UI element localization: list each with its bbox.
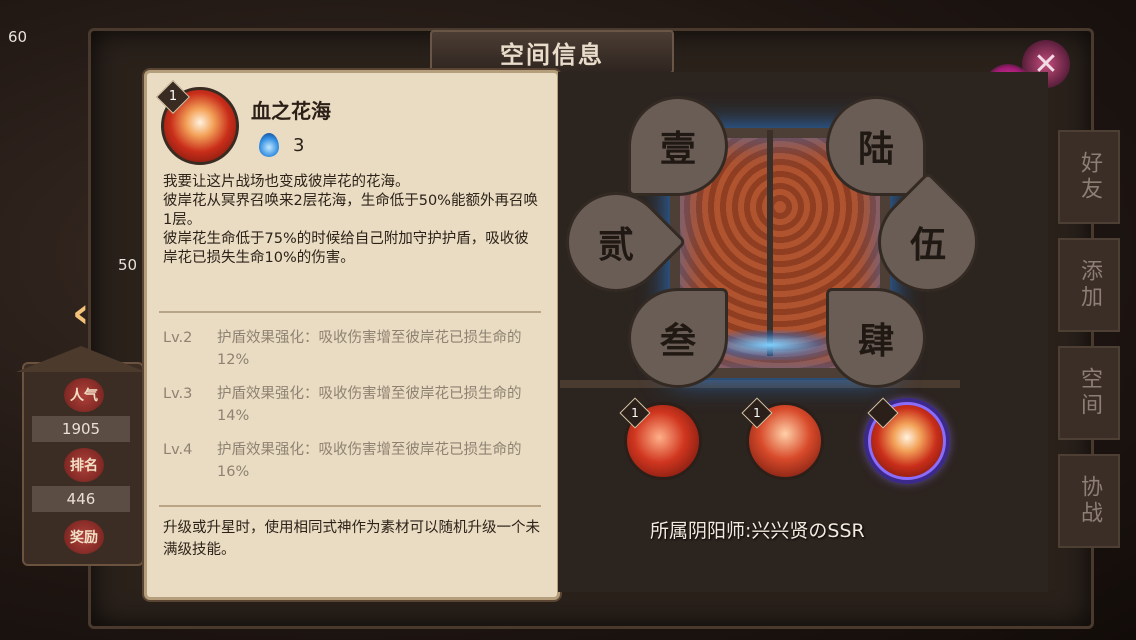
- slot-petal-4[interactable]: 肆: [826, 288, 926, 388]
- door-seam: [767, 130, 773, 356]
- owner-label: 所属阴阳师:兴兴贤のSSR: [650, 520, 865, 542]
- petal-label: 叁: [659, 320, 696, 362]
- popularity-widget: 人气 1905 排名 446 奖励: [16, 346, 146, 566]
- level-text: 护盾效果强化：吸收伤害增至彼岸花已损生命的12%: [217, 330, 522, 368]
- skill-1-level: 1: [631, 406, 639, 420]
- petal-label: 陆: [857, 128, 894, 170]
- slot-petal-3[interactable]: 叁: [628, 288, 728, 388]
- slot-petal-1[interactable]: 壹: [628, 96, 728, 196]
- petal-label: 肆: [857, 320, 894, 362]
- tab-space[interactable]: 空间: [1058, 346, 1120, 440]
- skill-level-text: 1: [168, 89, 178, 104]
- skill-name: 血之花海: [251, 99, 331, 123]
- corner-number-top: 60: [8, 28, 28, 46]
- skill-cost: 3: [293, 135, 305, 156]
- skill-detail-panel: 1 血之花海 3 我要让这片战场也变成彼岸花的花海。 彼岸花从冥界召唤来2层花海…: [144, 70, 560, 600]
- level-text: 护盾效果强化：吸收伤害增至彼岸花已损生命的16%: [217, 442, 522, 480]
- divider-top: [159, 311, 541, 313]
- level-label: Lv.3: [163, 386, 193, 402]
- petal-label: 伍: [909, 223, 947, 266]
- rank-icon[interactable]: 排名: [64, 448, 104, 482]
- upgrade-hint: 升级或升星时，使用相同式神作为素材可以随机升级一个未满级技能。: [163, 520, 540, 558]
- slot-petal-6[interactable]: 陆: [826, 96, 926, 196]
- popularity-icon[interactable]: 人气: [64, 378, 104, 412]
- level-label: Lv.4: [163, 442, 193, 458]
- corner-number-mid: 50: [118, 256, 138, 274]
- previous-arrow-icon[interactable]: ‹: [72, 288, 89, 337]
- reward-icon[interactable]: 奖励: [64, 520, 104, 554]
- tab-add[interactable]: 添加: [1058, 238, 1120, 332]
- level-text: 护盾效果强化：吸收伤害增至彼岸花已损生命的14%: [217, 386, 522, 424]
- level-label: Lv.2: [163, 330, 193, 346]
- onibi-orb-icon: [259, 133, 279, 157]
- divider-bottom: [159, 505, 541, 507]
- petal-label: 贰: [597, 223, 635, 266]
- page-title: 空间信息: [430, 30, 674, 74]
- rank-value: 446: [32, 486, 130, 512]
- skill-2-level: 1: [753, 406, 761, 420]
- petal-label: 壹: [659, 128, 696, 170]
- tab-friends[interactable]: 好友: [1058, 130, 1120, 224]
- popularity-value: 1905: [32, 416, 130, 442]
- tab-assist[interactable]: 协战: [1058, 454, 1120, 548]
- skill-description: 我要让这片战场也变成彼岸花的花海。 彼岸花从冥界召唤来2层花海，生命低于50%能…: [163, 174, 538, 266]
